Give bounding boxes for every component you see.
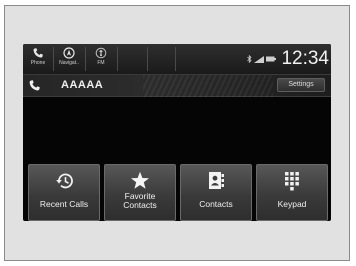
keypad-icon <box>257 171 327 191</box>
favorite-contacts-button[interactable]: Favorite Contacts <box>104 164 176 221</box>
radio-icon <box>95 45 107 60</box>
active-call-bar: AAAAA Settings <box>23 75 331 97</box>
keypad-label: Keypad <box>277 199 307 209</box>
favorite-contacts-label-line2: Contacts <box>123 200 157 210</box>
contacts-button[interactable]: Contacts <box>180 164 252 221</box>
keypad-button[interactable]: Keypad <box>256 164 328 221</box>
phone-source-button[interactable]: Phone <box>25 45 51 72</box>
caller-name: AAAAA <box>61 79 104 91</box>
signal-strength-icon <box>254 55 264 63</box>
recent-calls-label: Recent Calls <box>39 199 89 209</box>
navigation-source-label: Navigat.. <box>59 60 79 66</box>
contacts-book-icon <box>181 171 251 191</box>
system-status-icons <box>247 55 276 63</box>
separator <box>117 47 118 71</box>
clock: 12:34 <box>281 48 329 69</box>
separator <box>85 47 86 71</box>
contacts-label: Contacts <box>199 199 233 209</box>
history-icon <box>29 171 99 191</box>
settings-button[interactable]: Settings <box>277 78 325 92</box>
status-bar: Phone Navigat.. FM 12:34 <box>23 44 331 75</box>
phone-screen: Phone Navigat.. FM 12:34 AAAAA Settings … <box>23 44 331 221</box>
handset-icon <box>28 79 41 97</box>
separator <box>147 47 148 71</box>
fm-source-label: FM <box>97 60 105 66</box>
bluetooth-icon <box>247 55 252 63</box>
decorative-texture <box>143 75 273 97</box>
phone-icon <box>32 45 44 60</box>
phone-source-label: Phone <box>30 60 46 66</box>
separator <box>53 47 54 71</box>
separator <box>175 47 176 71</box>
navigation-source-button[interactable]: Navigat.. <box>55 45 83 72</box>
recent-calls-button[interactable]: Recent Calls <box>28 164 100 221</box>
navigation-icon <box>63 45 75 60</box>
star-icon <box>105 171 175 190</box>
fm-source-button[interactable]: FM <box>89 45 113 72</box>
